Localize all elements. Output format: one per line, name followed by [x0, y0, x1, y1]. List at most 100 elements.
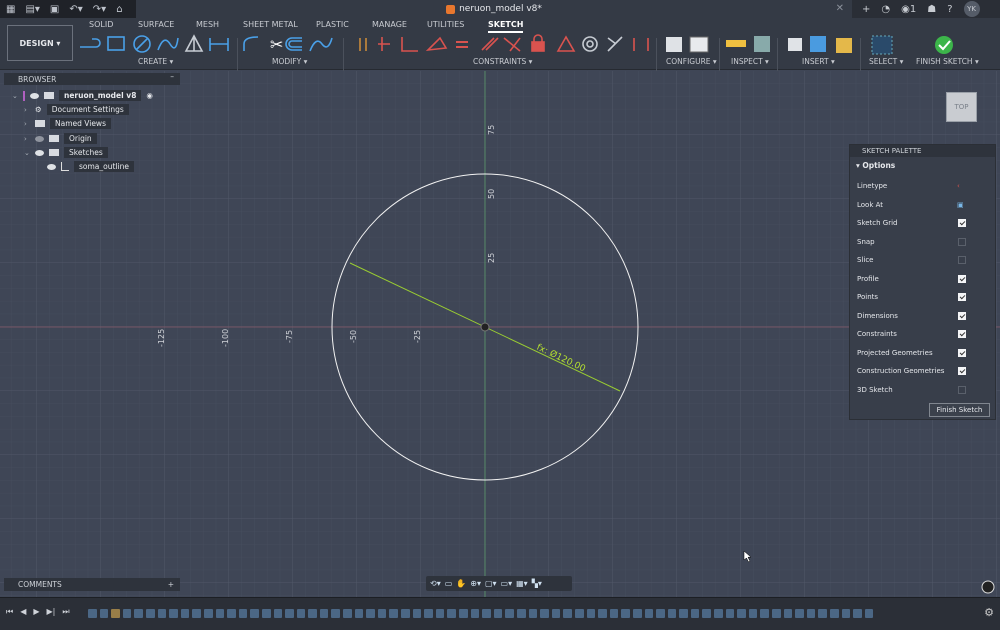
look-at-icon[interactable]: ▭ — [445, 579, 453, 588]
group-select[interactable]: SELECT ▾ — [869, 57, 903, 66]
timeline-feature[interactable] — [505, 609, 514, 618]
finish-sketch-button[interactable]: Finish Sketch — [929, 403, 990, 417]
group-inspect[interactable]: INSPECT ▾ — [731, 57, 769, 66]
timeline-feature[interactable] — [841, 609, 851, 618]
home-icon[interactable]: ⌂ — [116, 4, 122, 15]
timeline-feature[interactable] — [493, 609, 503, 618]
timeline-feature[interactable] — [145, 609, 155, 618]
timeline-feature[interactable] — [714, 609, 723, 618]
jobs-icon[interactable]: ◉1 — [901, 4, 916, 15]
timeline-feature[interactable] — [169, 609, 178, 618]
timeline-feature[interactable] — [748, 609, 758, 618]
timeline-feature[interactable] — [134, 609, 143, 618]
play-icon[interactable]: ▶ — [33, 607, 39, 617]
group-finish-sketch[interactable]: FINISH SKETCH ▾ — [916, 57, 979, 66]
group-insert[interactable]: INSERT ▾ — [802, 57, 835, 66]
viewports-icon[interactable]: ▚▾ — [532, 579, 542, 588]
timeline-feature[interactable] — [853, 609, 862, 618]
pan-icon[interactable]: ✋ — [456, 579, 466, 588]
timeline-feature[interactable] — [470, 609, 480, 618]
timeline-feature[interactable] — [563, 609, 572, 618]
undo-icon[interactable]: ↶▾ — [69, 4, 82, 15]
notifications-icon[interactable]: ☗ — [927, 4, 936, 15]
group-configure[interactable]: CONFIGURE ▾ — [666, 57, 717, 66]
tab-sheet-metal[interactable]: SHEET METAL — [243, 20, 298, 29]
tab-plastic[interactable]: PLASTIC — [316, 20, 349, 29]
first-frame-icon[interactable]: ⏮ — [6, 607, 13, 617]
timeline-feature[interactable] — [783, 609, 793, 618]
visual-style-icon[interactable]: ▭▾ — [501, 579, 513, 588]
tab-manage[interactable]: MANAGE — [372, 20, 407, 29]
linetype-icon[interactable]: ‹ — [957, 182, 960, 190]
timeline-feature[interactable] — [343, 609, 352, 618]
palette-checkbox[interactable] — [958, 348, 966, 357]
palette-checkbox[interactable] — [958, 385, 966, 394]
timeline-feature[interactable] — [864, 609, 874, 618]
timeline-settings-gear-icon[interactable]: ⚙ — [984, 606, 994, 619]
sync-icon[interactable]: ◔ — [881, 4, 890, 15]
timeline-feature[interactable] — [227, 609, 236, 618]
timeline-feature[interactable] — [667, 609, 677, 618]
timeline-feature[interactable] — [679, 609, 688, 618]
timeline-feature[interactable] — [157, 609, 167, 618]
tab-sketch[interactable]: SKETCH — [488, 20, 524, 33]
close-tab-icon[interactable]: ✕ — [836, 3, 844, 14]
timeline-feature[interactable] — [389, 609, 399, 618]
timeline-feature[interactable] — [203, 609, 213, 618]
comments-panel[interactable]: COMMENTS + — [4, 578, 180, 591]
avatar[interactable]: YK — [963, 1, 980, 17]
timeline-feature[interactable] — [516, 609, 526, 618]
palette-checkbox[interactable] — [958, 311, 966, 320]
timeline-feature[interactable] — [285, 609, 294, 618]
next-icon[interactable]: ▶| — [47, 607, 56, 617]
timeline-feature[interactable] — [331, 609, 341, 618]
timeline-feature[interactable] — [250, 609, 259, 618]
timeline-feature[interactable] — [737, 609, 746, 618]
timeline-feature[interactable] — [644, 609, 654, 618]
palette-checkbox[interactable] — [958, 367, 966, 375]
timeline-feature[interactable] — [725, 609, 735, 618]
view-cube[interactable]: TOP — [946, 92, 977, 122]
timeline-feature[interactable] — [690, 609, 700, 618]
timeline-feature[interactable] — [702, 609, 712, 618]
timeline-feature[interactable] — [795, 609, 804, 618]
timeline-feature[interactable] — [192, 609, 201, 618]
timeline-feature[interactable] — [99, 609, 109, 618]
timeline-feature[interactable] — [459, 609, 468, 618]
document-tab[interactable]: neruon_model v8* ✕ — [136, 0, 852, 18]
timeline-feature[interactable] — [760, 609, 770, 618]
timeline-feature[interactable] — [598, 609, 607, 618]
timeline-feature[interactable] — [528, 609, 538, 618]
file-menu-icon[interactable]: ▤▾ — [25, 4, 39, 15]
timeline-feature[interactable] — [621, 609, 630, 618]
timeline-feature[interactable] — [586, 609, 596, 618]
timeline-track[interactable] — [88, 606, 874, 621]
timeline-feature[interactable] — [772, 609, 781, 618]
palette-checkbox[interactable] — [958, 256, 966, 264]
tab-utilities[interactable]: UTILITIES — [427, 20, 464, 29]
zoom-icon[interactable]: ⊕▾ — [470, 579, 481, 588]
palette-checkbox[interactable] — [958, 274, 966, 283]
timeline-feature[interactable] — [366, 609, 375, 618]
timeline-feature[interactable] — [273, 609, 283, 618]
browser-panel-header[interactable]: BROWSER – — [4, 72, 180, 85]
browser-root[interactable]: ⌄ neruon_model v8 ◉ — [12, 90, 153, 101]
timeline-feature[interactable] — [818, 609, 827, 618]
save-icon[interactable]: ▣ — [50, 4, 59, 15]
sketch-palette-header[interactable]: SKETCH PALETTE — [850, 145, 995, 157]
browser-item-sketches[interactable]: ⌄ Sketches — [24, 147, 108, 158]
timeline-feature[interactable] — [319, 609, 329, 618]
options-section[interactable]: ▾ Options — [850, 157, 995, 174]
apps-grid-icon[interactable]: ▦ — [6, 4, 15, 15]
browser-item-origin[interactable]: › Origin — [24, 133, 97, 144]
display-style-icon[interactable]: ▢▾ — [485, 579, 497, 588]
orbit-icon[interactable]: ⟲▾ — [430, 579, 441, 588]
previous-icon[interactable]: ◀ — [20, 607, 26, 617]
timeline-feature[interactable] — [401, 609, 410, 618]
tab-mesh[interactable]: MESH — [196, 20, 219, 29]
browser-item-document-settings[interactable]: › ⚙ Document Settings — [24, 104, 129, 115]
timeline-feature[interactable] — [296, 609, 306, 618]
help-icon[interactable]: ? — [947, 4, 952, 15]
timeline-feature[interactable] — [88, 609, 97, 618]
palette-checkbox[interactable] — [958, 330, 966, 338]
